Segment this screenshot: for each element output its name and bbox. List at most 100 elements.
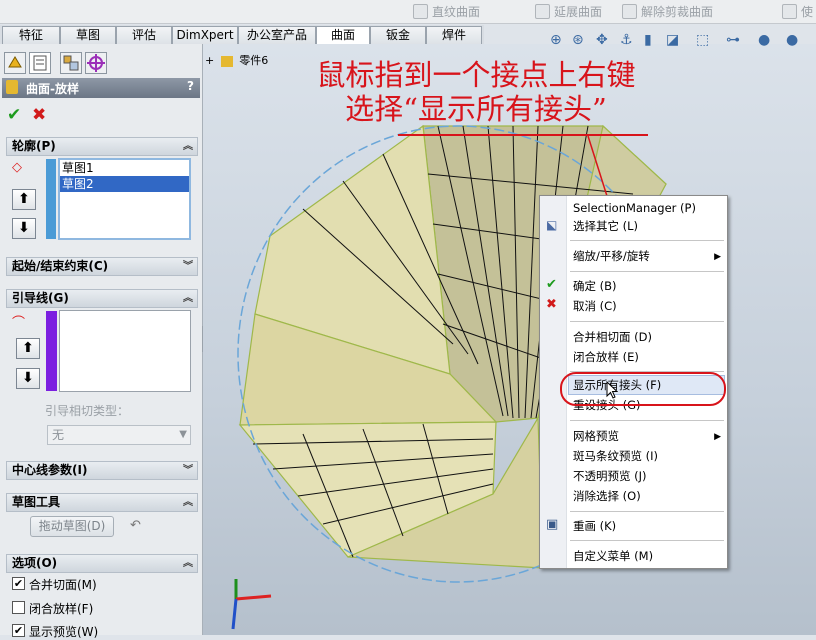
loft-surface-icon <box>6 80 18 94</box>
sketch-tools-header[interactable]: 草图工具 ︽ <box>6 493 198 512</box>
annotation-line-1: 鼠标指到一个接点上右键 <box>316 58 636 92</box>
ruled-surface-button[interactable]: 直纹曲面 <box>413 2 480 21</box>
redraw-icon: ▣ <box>546 517 559 532</box>
guides-list[interactable] <box>59 310 191 392</box>
options-section-header[interactable]: 选项(O) ︽ <box>6 554 198 573</box>
expand-icon: ︾ <box>183 465 193 476</box>
menu-item-selection-manager[interactable]: SelectionManager (P) <box>573 200 696 216</box>
plus-icon: + <box>205 54 215 67</box>
tab-sheet-metal[interactable]: 钣金 <box>370 26 426 44</box>
menu-item-opaque-preview[interactable]: 不透明预览 (J) <box>573 468 647 484</box>
menu-item-close-loft[interactable]: 闭合放样 (E) <box>573 349 639 365</box>
menu-separator <box>570 240 724 241</box>
list-item-selected[interactable]: 草图2 <box>60 176 189 192</box>
arrow-up-icon[interactable]: ⬆ <box>16 338 40 359</box>
menu-item-select-other[interactable]: 选择其它 (L) <box>573 218 638 234</box>
more-toolbar-button[interactable]: 使 <box>782 2 813 21</box>
start-end-constraints-header[interactable]: 起始/结束约束(C) ︾ <box>6 257 198 276</box>
arrow-up-icon[interactable]: ⬆ <box>12 189 36 210</box>
menu-separator <box>570 511 724 512</box>
part-icon <box>220 55 233 67</box>
appearance-icon[interactable]: ● <box>758 32 770 48</box>
profile-icon: ◇ <box>12 160 22 175</box>
menu-item-merge-tangent[interactable]: 合并相切面 (D) <box>573 329 652 345</box>
merge-tangent-checkbox[interactable]: ✔ <box>12 577 25 590</box>
list-item[interactable]: 草图1 <box>60 160 189 176</box>
feature-tree-flyout[interactable]: + 零件6 <box>205 52 268 68</box>
feature-tree-tab[interactable] <box>4 52 26 74</box>
tab-weldments[interactable]: 焊件 <box>426 26 482 44</box>
tab-surfaces[interactable]: 曲面 <box>316 26 370 45</box>
centerline-section-header[interactable]: 中心线参数(I) ︾ <box>6 461 198 480</box>
tangency-type-select[interactable]: 无 ▼ <box>47 425 191 445</box>
untrim-surface-button[interactable]: 解除剪裁曲面 <box>622 2 713 21</box>
arrow-down-icon[interactable]: ⬇ <box>16 368 40 389</box>
guide-curve-icon: ⌒ <box>12 316 26 331</box>
tangency-type-label: 引导相切类型： <box>45 404 130 418</box>
display-style-icon[interactable]: ⬚ <box>696 32 709 48</box>
menu-item-ok[interactable]: 确定 (B) <box>573 278 617 294</box>
collapse-icon: ︽ <box>183 497 193 508</box>
check-icon[interactable]: ✔ <box>7 105 21 125</box>
profile-color-bar <box>46 159 56 239</box>
submenu-arrow-icon: ▶ <box>714 432 721 442</box>
configuration-tab[interactable] <box>60 52 82 74</box>
rotate-icon[interactable]: ⚓ <box>620 32 633 48</box>
tab-features[interactable]: 特征 <box>2 26 60 44</box>
close-icon: ✖ <box>546 297 557 312</box>
annotation-highlight-ring <box>560 372 726 406</box>
close-loft-label: 闭合放样(F) <box>29 602 94 616</box>
profiles-section-header[interactable]: 轮廓(P) ︽ <box>6 137 198 156</box>
tutorial-annotation: 鼠标指到一个接点上右键 选择“显示所有接头” <box>276 58 676 126</box>
menu-item-cancel[interactable]: 取消 (C) <box>573 298 617 314</box>
collapse-icon: ︽ <box>183 293 193 304</box>
command-toolbar: 直纹曲面 延展曲面 解除剪裁曲面 使 <box>0 0 816 24</box>
guide-color-bar <box>46 311 57 391</box>
dimxpert-tab[interactable] <box>85 52 107 74</box>
tab-office-products[interactable]: 办公室产品 <box>238 26 316 44</box>
menu-item-clear-selection[interactable]: 消除选择 (O) <box>573 488 641 504</box>
command-tabs: 特征 草图 评估 DimXpert 办公室产品 曲面 钣金 焊件 <box>0 25 484 45</box>
extend-surface-button[interactable]: 延展曲面 <box>535 2 602 21</box>
guides-section-header[interactable]: 引导线(G) ︽ <box>6 289 198 308</box>
pan-icon[interactable]: ✥ <box>596 32 608 48</box>
close-icon[interactable]: ✖ <box>32 105 46 125</box>
zoom-area-icon[interactable]: ⊛ <box>572 32 584 48</box>
ruled-surface-icon <box>413 4 428 19</box>
undo-icon[interactable]: ↶ <box>130 518 141 533</box>
triad-icon <box>231 579 272 630</box>
arrow-down-icon[interactable]: ⬇ <box>12 218 36 239</box>
profiles-list[interactable]: 草图1 草图2 <box>58 158 191 240</box>
property-manager-icon <box>33 55 47 71</box>
select-other-icon: ⬕ <box>546 218 558 232</box>
menu-item-redraw[interactable]: 重画 (K) <box>573 518 616 534</box>
view-orientation-icon[interactable]: ◪ <box>666 32 679 48</box>
tab-dimxpert[interactable]: DimXpert <box>172 26 238 44</box>
tab-evaluate[interactable]: 评估 <box>116 26 172 44</box>
menu-separator <box>570 321 724 322</box>
menu-item-zebra-preview[interactable]: 斑马条纹预览 (I) <box>573 448 658 464</box>
show-preview-label: 显示预览(W) <box>29 625 99 639</box>
untrim-surface-icon <box>622 4 637 19</box>
merge-tangent-label: 合并切面(M) <box>29 578 97 592</box>
scene-icon[interactable]: ● <box>786 32 798 48</box>
menu-item-zoom-pan-rotate[interactable]: 缩放/平移/旋转 <box>573 248 650 264</box>
menu-item-mesh-preview[interactable]: 网格预览 <box>573 428 619 444</box>
menu-item-customize-menu[interactable]: 自定义菜单 (M) <box>573 548 653 564</box>
property-manager-tab[interactable] <box>29 52 51 74</box>
menu-separator <box>570 271 724 272</box>
zoom-fit-icon[interactable]: ⊕ <box>550 32 562 48</box>
show-preview-checkbox[interactable]: ✔ <box>12 624 25 637</box>
section-view-icon[interactable]: ▮ <box>644 32 652 48</box>
chevron-down-icon: ▼ <box>179 429 187 440</box>
hide-show-icon[interactable]: ⊶ <box>726 32 740 48</box>
mouse-cursor-icon <box>606 381 618 399</box>
tab-sketch[interactable]: 草图 <box>60 26 116 44</box>
help-button[interactable]: ? <box>187 79 194 93</box>
drag-sketch-button[interactable]: 拖动草图(D) <box>30 516 114 537</box>
crosshair-icon <box>87 54 105 72</box>
collapse-icon: ︽ <box>183 558 193 569</box>
extend-surface-icon <box>535 4 550 19</box>
close-loft-checkbox[interactable] <box>12 601 25 614</box>
menu-separator <box>570 540 724 541</box>
